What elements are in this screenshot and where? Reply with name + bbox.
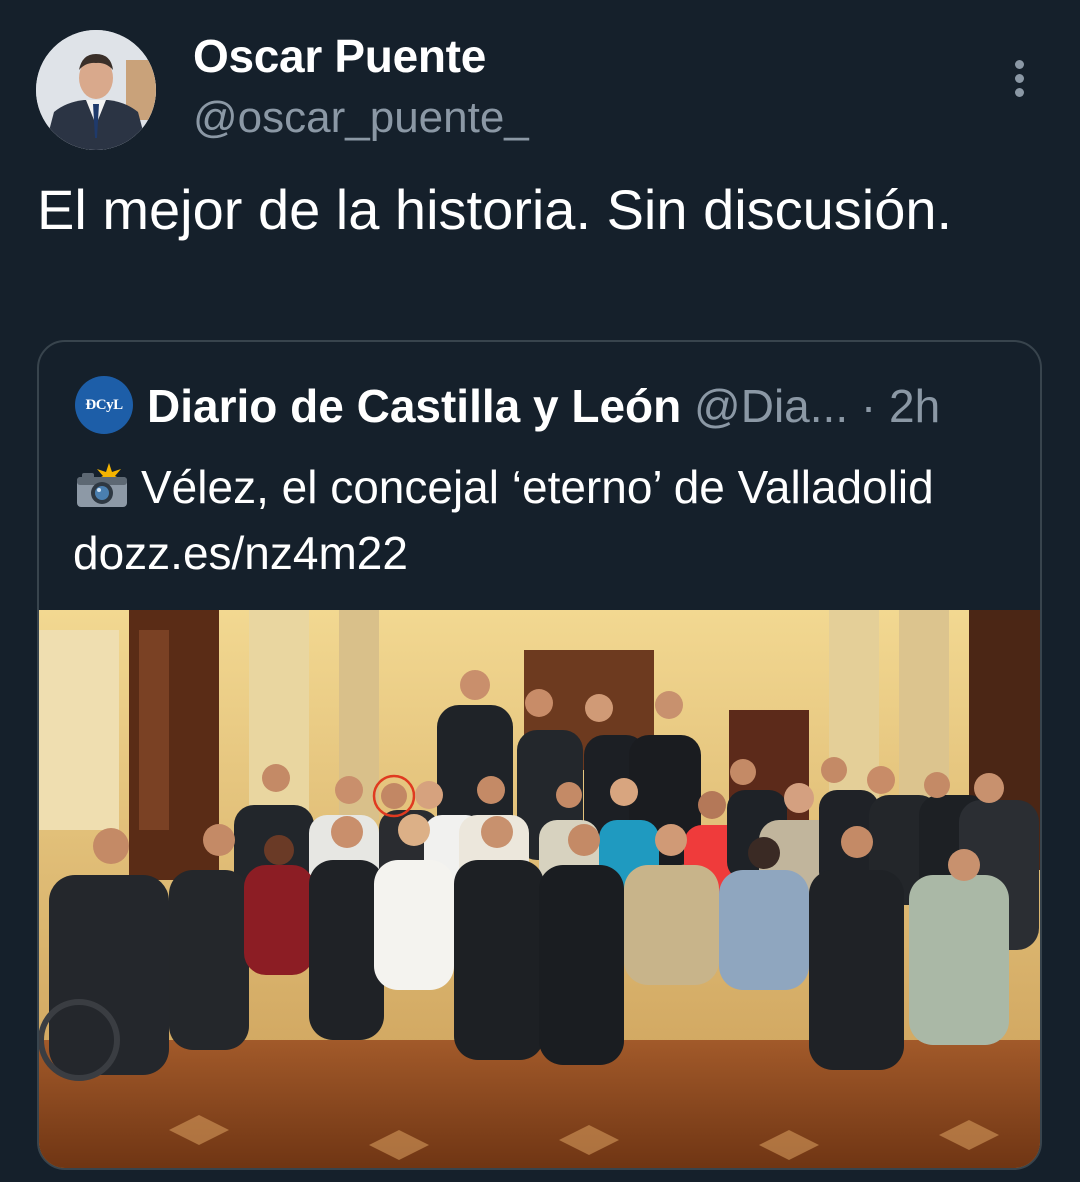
- quoted-tweet-header: Diario de Castilla y León @Dia... · 2h: [147, 376, 1010, 436]
- quoted-author-handle[interactable]: @Dia...: [694, 380, 848, 432]
- separator-dot: ·: [860, 380, 877, 432]
- tweet-text: El mejor de la historia. Sin discusión.: [37, 178, 953, 241]
- quoted-author-name[interactable]: Diario de Castilla y León: [147, 380, 681, 432]
- author-handle[interactable]: @oscar_puente_: [193, 92, 529, 144]
- group-photo-image[interactable]: [39, 610, 1040, 1168]
- camera-flash-icon: [73, 460, 131, 507]
- author-avatar[interactable]: [36, 30, 156, 150]
- author-name[interactable]: Oscar Puente: [193, 30, 486, 82]
- quoted-tweet-text: Vélez, el concejal ‘eterno’ de Valladoli…: [73, 454, 1013, 586]
- more-vertical-icon[interactable]: [1000, 56, 1040, 100]
- quoted-tweet-time[interactable]: 2h: [889, 380, 940, 432]
- quoted-tweet-card[interactable]: ÐCyL Diario de Castilla y León @Dia... ·…: [37, 340, 1042, 1170]
- quoted-tweet-body: Vélez, el concejal ‘eterno’ de Valladoli…: [73, 461, 934, 579]
- quoted-author-logo[interactable]: ÐCyL: [75, 376, 133, 434]
